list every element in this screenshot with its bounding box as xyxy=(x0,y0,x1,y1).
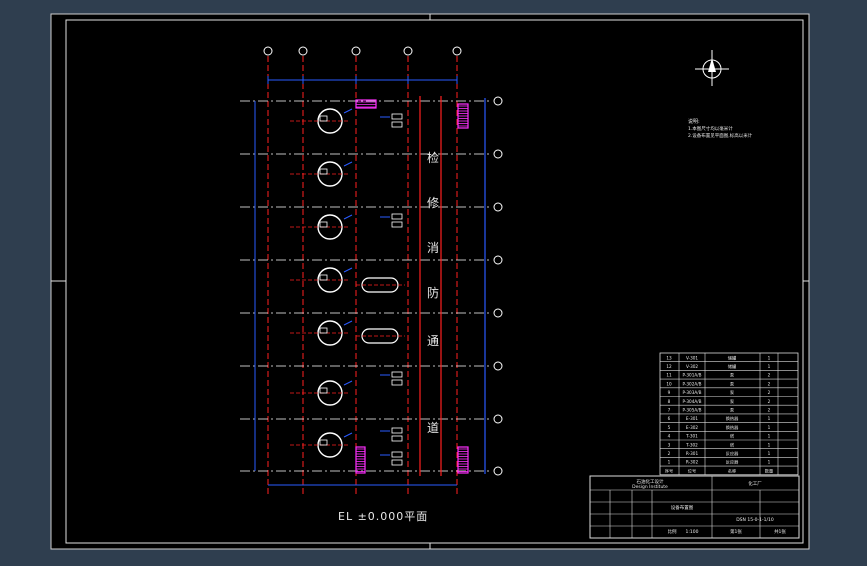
equipment-table-cell: R-301 xyxy=(686,451,699,456)
equipment-table-cell: 12 xyxy=(666,364,672,369)
corridor-label-char: 通 xyxy=(427,334,439,348)
equipment-table-cell: 1 xyxy=(768,364,771,369)
title-block-total: 共1张 xyxy=(774,528,786,535)
equipment-table-cell: 泵 xyxy=(730,399,734,404)
equipment-table-cell: 1 xyxy=(768,434,771,439)
title-block-scale: 1:100 xyxy=(686,529,699,535)
equipment-table-cell: P-303A/B xyxy=(682,390,701,395)
equipment-table-cell: 2 xyxy=(768,390,771,395)
corridor-label-char: 修 xyxy=(427,195,439,210)
equipment-table-cell: 13 xyxy=(666,355,672,360)
equipment-table-cell: T-302 xyxy=(685,442,698,447)
notes-line: 1.本图尺寸均以毫米计 xyxy=(688,125,733,132)
equipment-table-header: 名称 xyxy=(728,467,736,474)
notes-heading: 说明: xyxy=(688,118,700,125)
equipment-table-cell: 1 xyxy=(768,355,771,360)
equipment-layout-drawing: 检修消防通道说明:1.本图尺寸均以毫米计2.设备布置见平面图,标高以米计13 V-… xyxy=(50,13,810,550)
corridor-label-char: 检 xyxy=(427,150,439,165)
title-block-drawing-name: 设备布置图 xyxy=(671,504,694,511)
equipment-table-cell: V-302 xyxy=(686,364,698,369)
equipment-table-cell: 泵 xyxy=(730,408,734,413)
equipment-table-cell: 2 xyxy=(668,451,671,456)
title-block-drawing-number: DSN 15-0-1-1/10 xyxy=(736,517,774,523)
equipment-table-cell: 3 xyxy=(668,442,671,447)
equipment-table-cell: 反应器 xyxy=(726,450,739,457)
notes-line: 2.设备布置见平面图,标高以米计 xyxy=(688,132,753,139)
corridor-label-char: 道 xyxy=(427,421,439,435)
equipment-table-cell: 6 xyxy=(668,416,671,421)
title-block-scale-label: 比例 xyxy=(668,528,677,535)
equipment-table-cell: R-302 xyxy=(686,460,699,465)
equipment-table-cell: 2 xyxy=(768,399,771,404)
equipment-table-cell: 反应器 xyxy=(726,459,739,466)
equipment-table-cell: 2 xyxy=(768,373,771,378)
equipment-table-cell: P-305A/B xyxy=(682,408,701,413)
equipment-table-cell: 2 xyxy=(768,381,771,386)
equipment-table-cell: 泵 xyxy=(730,373,734,378)
equipment-table-cell: 储罐 xyxy=(728,354,737,361)
equipment-table-cell: 泵 xyxy=(730,390,734,395)
equipment-table-header: 位号 xyxy=(688,467,696,474)
equipment-table-cell: 1 xyxy=(668,460,671,465)
equipment-table-cell: 5 xyxy=(668,425,671,430)
equipment-table-header: 数量 xyxy=(765,467,773,474)
equipment-table-cell: P-304A/B xyxy=(682,399,701,404)
equipment-table-cell: 1 xyxy=(768,460,771,465)
equipment-table-cell: V-301 xyxy=(686,355,698,360)
plan-elevation-caption: EL ±0.000平面 xyxy=(338,510,429,523)
equipment-table-header: 序号 xyxy=(665,467,673,474)
equipment-table-cell: 1 xyxy=(768,442,771,447)
title-block-project: 化工厂 xyxy=(748,480,762,487)
equipment-table-cell: E-302 xyxy=(686,425,698,430)
equipment-table-cell: T-301 xyxy=(685,434,698,439)
equipment-table-cell: 2 xyxy=(768,408,771,413)
equipment-table-cell: 换热器 xyxy=(726,424,739,431)
equipment-table-cell: E-301 xyxy=(686,416,698,421)
equipment-table-cell: 泵 xyxy=(730,381,734,386)
equipment-table-cell: 换热器 xyxy=(726,415,739,422)
equipment-table-cell: 4 xyxy=(668,434,671,439)
title-block-sheet: 第1张 xyxy=(730,528,742,535)
equipment-table-cell: 9 xyxy=(668,390,671,395)
cad-drawing-viewport: 检修消防通道说明: 1.本图尺寸均以毫米计 2.设备布置见平面图,标高以米计 13 V-… xyxy=(0,0,867,562)
title-block-organization: 石油化工设计 xyxy=(637,478,664,485)
corridor-label-char: 消 xyxy=(427,241,439,255)
equipment-table-cell: 10 xyxy=(666,381,672,386)
equipment-table-cell: 1 xyxy=(768,451,771,456)
equipment-table-cell: P-301A/B xyxy=(682,373,701,378)
equipment-table-cell: P-302A/B xyxy=(682,381,701,386)
equipment-table-cell: 储罐 xyxy=(728,363,737,370)
corridor-label-char: 防 xyxy=(427,285,439,300)
equipment-table-cell: 7 xyxy=(668,408,671,413)
equipment-table-cell: 8 xyxy=(668,399,671,404)
equipment-table-cell: 11 xyxy=(666,373,672,378)
equipment-table-cell: 1 xyxy=(768,425,771,430)
equipment-table-cell: 1 xyxy=(768,416,771,421)
title-block-organization-en: Design Institute xyxy=(632,484,668,490)
